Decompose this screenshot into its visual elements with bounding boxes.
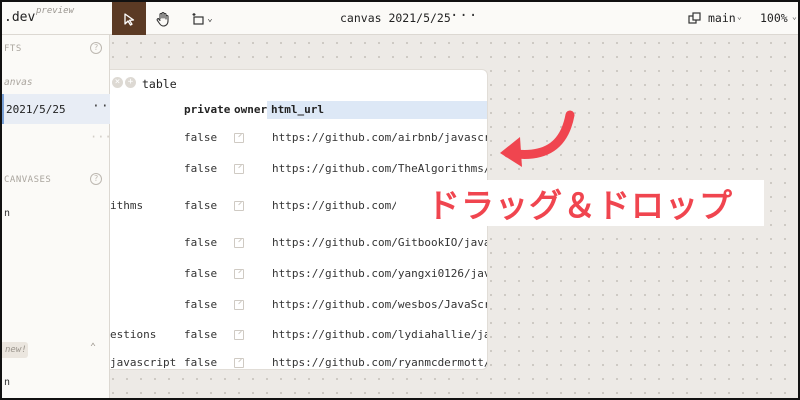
- zoom-selector[interactable]: 100%: [760, 11, 788, 25]
- cell-html-url[interactable]: https://github.com/wesbos/JavaScript30: [272, 298, 487, 311]
- help-icon[interactable]: ?: [90, 173, 102, 185]
- external-link-icon[interactable]: [234, 330, 244, 340]
- help-icon[interactable]: ?: [90, 42, 102, 54]
- app-title: .dev: [4, 10, 36, 25]
- new-badge: new!: [2, 342, 28, 358]
- cell-html-url[interactable]: https://github.com/TheAlgorithms/JavaScr…: [272, 162, 487, 175]
- cell-html-url[interactable]: https://github.com/GitbookIO/javascript: [272, 236, 487, 249]
- cell-name: javascript: [110, 356, 177, 369]
- column-header-private[interactable]: private: [184, 103, 230, 116]
- column-header-html-url[interactable]: html_url: [267, 101, 487, 119]
- cell-html-url[interactable]: https://github.com/ryanmcdermott/clean-c…: [272, 356, 487, 369]
- cell-html-url[interactable]: https://github.com/airbnb/javascript: [272, 131, 487, 144]
- cell-private: false: [184, 267, 218, 280]
- cell-private: false: [184, 328, 218, 341]
- branch-selector[interactable]: main: [708, 11, 736, 25]
- external-link-icon[interactable]: [234, 358, 244, 368]
- sidebar-section-canvases: CANVASES: [4, 175, 52, 185]
- more-menu-button[interactable]: ···: [450, 8, 478, 24]
- external-link-icon[interactable]: [234, 201, 244, 211]
- branch-icon: [688, 12, 701, 24]
- close-icon[interactable]: ×: [112, 77, 123, 88]
- drag-and-drop-text: ドラッグ＆ドロップ: [427, 186, 733, 225]
- add-cell-icon: [192, 12, 204, 25]
- external-link-icon[interactable]: [234, 269, 244, 279]
- add-icon[interactable]: +: [125, 77, 136, 88]
- sidebar-item-canvas[interactable]: n: [4, 208, 10, 219]
- external-link-icon[interactable]: [234, 164, 244, 174]
- hand-icon: [156, 11, 169, 27]
- sidebar-subheading: anvas: [4, 77, 33, 88]
- sidebar-item-label: 2021/5/25: [6, 103, 66, 116]
- pan-tool-button[interactable]: [146, 2, 180, 35]
- cell-html-url[interactable]: https://github.com/lydiahallie/javascrip…: [272, 328, 487, 341]
- external-link-icon[interactable]: [234, 238, 244, 248]
- column-header-owner[interactable]: owner: [234, 103, 267, 116]
- drag-and-drop-label: ドラッグ＆ドロップ: [396, 180, 764, 226]
- cell-private: false: [184, 356, 218, 369]
- cell-private: false: [184, 298, 218, 311]
- cursor-arrow-icon: [124, 12, 135, 26]
- cell-private: false: [184, 131, 218, 144]
- cell-private: false: [184, 236, 218, 249]
- external-link-icon[interactable]: [234, 300, 244, 310]
- canvas-title[interactable]: canvas 2021/5/25: [340, 11, 451, 25]
- cell-private: false: [184, 162, 218, 175]
- sidebar: FTS ? anvas 2021/5/25 ··· ··· CANVASES ?…: [2, 35, 117, 398]
- top-toolbar: .dev preview ⌄ canvas 2021/5/25 ··· main: [2, 2, 798, 35]
- table-title: table: [142, 77, 177, 91]
- sidebar-section-drafts: FTS: [4, 44, 22, 54]
- cell-name: estions: [110, 328, 157, 341]
- select-tool-button[interactable]: [112, 2, 146, 35]
- chevron-up-icon[interactable]: ⌃: [90, 342, 96, 353]
- curved-arrow-icon: [500, 110, 575, 167]
- item-menu-button[interactable]: ···: [90, 130, 112, 144]
- chevron-down-icon: ⌄: [737, 12, 742, 21]
- external-link-icon[interactable]: [234, 133, 244, 143]
- sidebar-item-selected[interactable]: 2021/5/25 ···: [2, 94, 117, 124]
- add-cell-tool-button[interactable]: ⌄: [184, 2, 220, 35]
- cell-private: false: [184, 199, 218, 212]
- cell-html-url[interactable]: https://github.com/yangxi0126/javaScript: [272, 267, 487, 280]
- chevron-down-icon: ⌄: [207, 13, 213, 24]
- app-window: .dev preview ⌄ canvas 2021/5/25 ··· main: [0, 0, 800, 400]
- card-header: × + table: [110, 70, 487, 96]
- preview-tag: preview: [36, 6, 74, 16]
- chevron-down-icon: ⌄: [792, 12, 797, 21]
- cell-name: ithms: [110, 199, 144, 212]
- sidebar-item-bottom[interactable]: n: [4, 377, 10, 388]
